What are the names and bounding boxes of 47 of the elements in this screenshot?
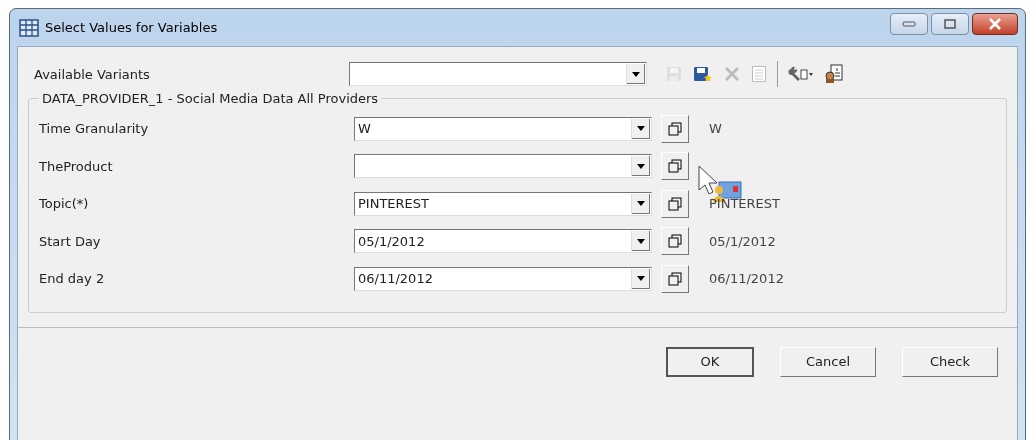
value-dropdown[interactable]: 06/11/2012	[354, 266, 652, 291]
group-title: DATA_PROVIDER_1 - Social Media Data All Providers	[41, 91, 380, 106]
field-label: Available Variants	[34, 66, 151, 82]
dialog-button[interactable]: Check	[902, 346, 998, 377]
value-help-button[interactable]	[661, 264, 689, 293]
copy-icon	[668, 121, 682, 136]
copy-icon	[668, 271, 682, 286]
value-dropdown[interactable]: PINTEREST	[354, 191, 652, 216]
value-dropdown[interactable]	[354, 154, 652, 179]
field-label: Start Day	[39, 233, 102, 249]
window-title: Select Values for Variables	[45, 20, 218, 35]
value-help-button[interactable]	[661, 189, 689, 218]
caret-icon	[637, 238, 645, 244]
maximize-icon	[944, 19, 956, 29]
field-label: End day 2	[39, 271, 106, 287]
caret-icon	[637, 163, 645, 169]
dialog-button[interactable]: OK	[666, 346, 754, 377]
maximize-button[interactable]	[931, 13, 969, 35]
copy-icon	[668, 159, 682, 174]
copy-icon	[668, 196, 682, 211]
caret-icon	[637, 276, 645, 282]
minimize-button[interactable]	[890, 13, 928, 35]
caret-icon	[632, 71, 640, 77]
close-icon	[988, 18, 1002, 30]
value-dropdown[interactable]: 05/1/2012	[354, 229, 652, 254]
close-button[interactable]	[972, 13, 1018, 35]
person-document-icon[interactable]	[824, 64, 844, 84]
save-as-icon[interactable]	[693, 65, 713, 83]
caret-icon	[637, 201, 645, 207]
dialog-button[interactable]: Cancel	[780, 346, 876, 377]
field-label: Topic(*)	[39, 196, 90, 212]
wrench-dropdown-icon[interactable]	[788, 65, 814, 83]
selected-value-text: PINTEREST	[709, 196, 780, 212]
minimize-icon	[902, 21, 916, 27]
value-dropdown[interactable]: W	[354, 116, 652, 141]
value-help-button[interactable]	[661, 114, 689, 143]
copy-icon	[668, 234, 682, 249]
selected-value-text: W	[709, 121, 722, 137]
value-help-button[interactable]	[661, 227, 689, 256]
value-help-button[interactable]	[661, 152, 689, 181]
selected-value-text: 05/1/2012	[709, 233, 776, 249]
selected-value-text: 06/11/2012	[709, 271, 784, 287]
variants-dropdown[interactable]	[349, 62, 647, 86]
table-icon	[19, 18, 39, 37]
field-label: TheProduct	[39, 158, 114, 174]
field-label: Time Granularity	[39, 121, 150, 137]
caret-icon	[637, 126, 645, 132]
